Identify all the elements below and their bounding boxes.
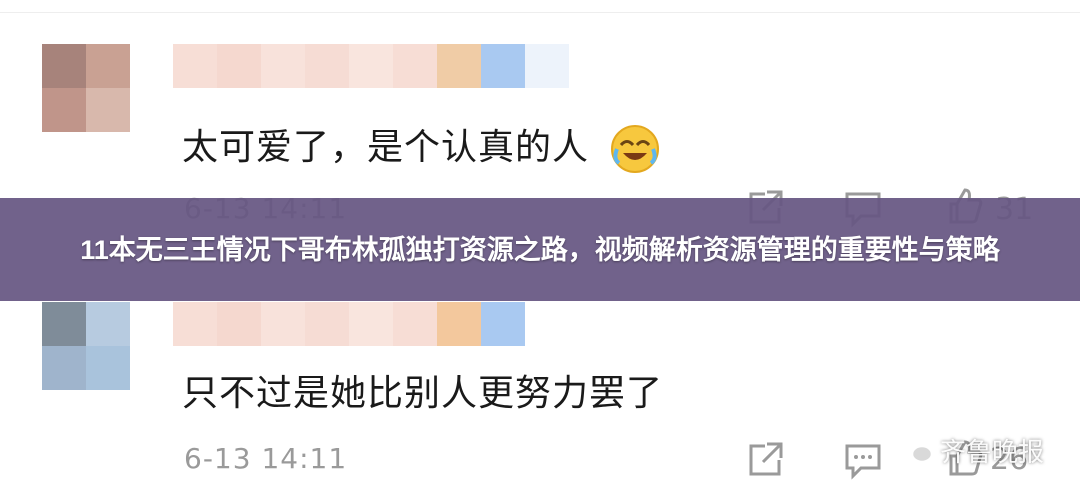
comment-text: 太可爱了，是个认真的人 <box>182 118 661 175</box>
comment-text: 只不过是她比别人更努力罢了 <box>182 373 664 414</box>
avatar[interactable] <box>42 44 130 132</box>
share-icon[interactable] <box>745 440 785 480</box>
username-pixelated[interactable] <box>173 302 525 346</box>
wechat-icon <box>899 436 934 463</box>
page-title: 11本无三王情况下哥布林孤独打资源之路，视频解析资源管理的重要性与策略 <box>80 234 1000 265</box>
laughing-tears-emoji-icon <box>609 123 661 175</box>
watermark-text: 齐鲁晚报 <box>939 438 1044 468</box>
comment-item: 只不过是她比别人更努力罢了 6-13 14:11 26 <box>0 300 1080 501</box>
watermark: 齐鲁晚报 <box>899 432 1044 469</box>
reply-icon[interactable] <box>843 440 883 480</box>
comment-item: 太可爱了，是个认真的人 6-13 14:11 <box>0 0 1080 225</box>
comment-text-content: 太可爱了，是个认真的人 <box>182 127 590 168</box>
avatar[interactable] <box>42 302 130 390</box>
title-banner: 11本无三王情况下哥布林孤独打资源之路，视频解析资源管理的重要性与策略 <box>0 198 1080 301</box>
username-pixelated[interactable] <box>173 44 569 88</box>
comment-timestamp: 6-13 14:11 <box>184 442 348 475</box>
